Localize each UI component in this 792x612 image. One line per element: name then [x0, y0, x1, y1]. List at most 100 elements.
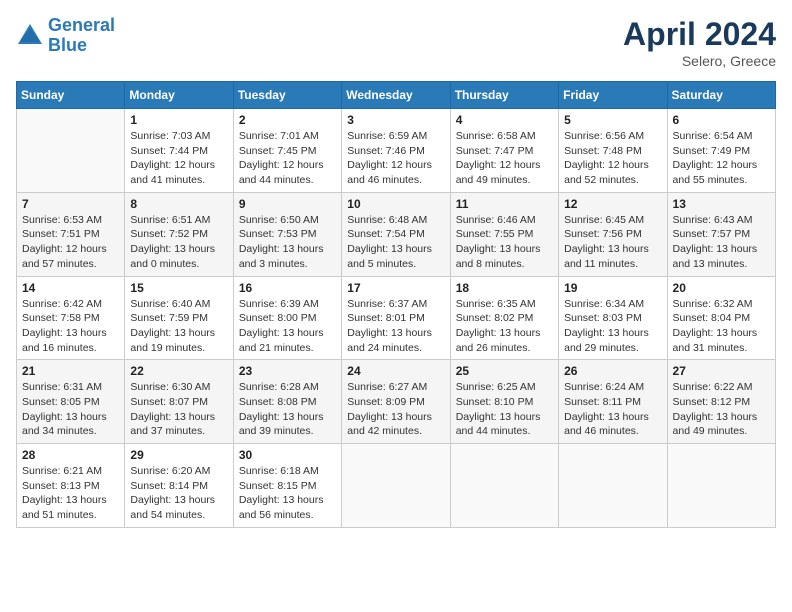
calendar-day-cell: 3 Sunrise: 6:59 AM Sunset: 7:46 PM Daylig…: [342, 109, 450, 193]
calendar-week-row: 1 Sunrise: 7:03 AM Sunset: 7:44 PM Daylig…: [17, 109, 776, 193]
location-subtitle: Selero, Greece: [623, 53, 776, 69]
calendar-day-cell: 8 Sunrise: 6:51 AM Sunset: 7:52 PM Daylig…: [125, 192, 233, 276]
day-info: Sunrise: 6:42 AM Sunset: 7:58 PM Dayligh…: [22, 297, 119, 356]
day-info: Sunrise: 7:01 AM Sunset: 7:45 PM Dayligh…: [239, 129, 336, 188]
day-info: Sunrise: 6:30 AM Sunset: 8:07 PM Dayligh…: [130, 380, 227, 439]
logo: General Blue: [16, 16, 115, 56]
day-number: 6: [673, 113, 770, 127]
calendar-day-cell: 29 Sunrise: 6:20 AM Sunset: 8:14 PM Dayli…: [125, 444, 233, 528]
calendar-day-cell: 10 Sunrise: 6:48 AM Sunset: 7:54 PM Dayli…: [342, 192, 450, 276]
title-block: April 2024 Selero, Greece: [623, 16, 776, 69]
day-number: 24: [347, 364, 444, 378]
calendar-table: SundayMondayTuesdayWednesdayThursdayFrid…: [16, 81, 776, 528]
day-number: 12: [564, 197, 661, 211]
calendar-day-cell: 24 Sunrise: 6:27 AM Sunset: 8:09 PM Dayli…: [342, 360, 450, 444]
day-info: Sunrise: 6:43 AM Sunset: 7:57 PM Dayligh…: [673, 213, 770, 272]
day-info: Sunrise: 6:25 AM Sunset: 8:10 PM Dayligh…: [456, 380, 553, 439]
calendar-day-cell: 30Sunrise: 6:18 AM Sunset: 8:15 PM Dayli…: [233, 444, 341, 528]
day-number: 18: [456, 281, 553, 295]
day-number: 15: [130, 281, 227, 295]
day-info: Sunrise: 6:20 AM Sunset: 8:14 PM Dayligh…: [130, 464, 227, 523]
day-info: Sunrise: 6:48 AM Sunset: 7:54 PM Dayligh…: [347, 213, 444, 272]
day-info: Sunrise: 6:51 AM Sunset: 7:52 PM Dayligh…: [130, 213, 227, 272]
day-info: Sunrise: 6:46 AM Sunset: 7:55 PM Dayligh…: [456, 213, 553, 272]
day-info: Sunrise: 6:40 AM Sunset: 7:59 PM Dayligh…: [130, 297, 227, 356]
day-number: 3: [347, 113, 444, 127]
day-number: 2: [239, 113, 336, 127]
weekday-header-cell: Wednesday: [342, 82, 450, 109]
calendar-day-cell: [17, 109, 125, 193]
day-number: 16: [239, 281, 336, 295]
calendar-day-cell: 27 Sunrise: 6:22 AM Sunset: 8:12 PM Dayli…: [667, 360, 775, 444]
day-number: 25: [456, 364, 553, 378]
day-number: 27: [673, 364, 770, 378]
day-info: Sunrise: 6:58 AM Sunset: 7:47 PM Dayligh…: [456, 129, 553, 188]
day-number: 20: [673, 281, 770, 295]
day-info: Sunrise: 6:59 AM Sunset: 7:46 PM Dayligh…: [347, 129, 444, 188]
day-info: Sunrise: 6:22 AM Sunset: 8:12 PM Dayligh…: [673, 380, 770, 439]
calendar-day-cell: [450, 444, 558, 528]
day-number: 29: [130, 448, 227, 462]
calendar-day-cell: 6 Sunrise: 6:54 AM Sunset: 7:49 PM Daylig…: [667, 109, 775, 193]
logo-text: General Blue: [48, 16, 115, 56]
calendar-day-cell: 11Sunrise: 6:46 AM Sunset: 7:55 PM Dayli…: [450, 192, 558, 276]
day-info: Sunrise: 6:37 AM Sunset: 8:01 PM Dayligh…: [347, 297, 444, 356]
day-info: Sunrise: 6:50 AM Sunset: 7:53 PM Dayligh…: [239, 213, 336, 272]
weekday-header-cell: Monday: [125, 82, 233, 109]
calendar-day-cell: 12 Sunrise: 6:45 AM Sunset: 7:56 PM Dayli…: [559, 192, 667, 276]
calendar-day-cell: 21Sunrise: 6:31 AM Sunset: 8:05 PM Dayli…: [17, 360, 125, 444]
logo-line1: General: [48, 15, 115, 35]
weekday-header-row: SundayMondayTuesdayWednesdayThursdayFrid…: [17, 82, 776, 109]
calendar-day-cell: 9 Sunrise: 6:50 AM Sunset: 7:53 PM Daylig…: [233, 192, 341, 276]
day-number: 8: [130, 197, 227, 211]
day-info: Sunrise: 6:28 AM Sunset: 8:08 PM Dayligh…: [239, 380, 336, 439]
day-number: 17: [347, 281, 444, 295]
day-number: 23: [239, 364, 336, 378]
day-number: 22: [130, 364, 227, 378]
calendar-day-cell: 26Sunrise: 6:24 AM Sunset: 8:11 PM Dayli…: [559, 360, 667, 444]
page-header: General Blue April 2024 Selero, Greece: [16, 16, 776, 69]
day-info: Sunrise: 6:32 AM Sunset: 8:04 PM Dayligh…: [673, 297, 770, 356]
day-number: 28: [22, 448, 119, 462]
calendar-day-cell: 7Sunrise: 6:53 AM Sunset: 7:51 PM Daylig…: [17, 192, 125, 276]
calendar-week-row: 21Sunrise: 6:31 AM Sunset: 8:05 PM Dayli…: [17, 360, 776, 444]
day-number: 1: [130, 113, 227, 127]
day-info: Sunrise: 6:45 AM Sunset: 7:56 PM Dayligh…: [564, 213, 661, 272]
weekday-header-cell: Thursday: [450, 82, 558, 109]
calendar-day-cell: 5 Sunrise: 6:56 AM Sunset: 7:48 PM Daylig…: [559, 109, 667, 193]
weekday-header-cell: Saturday: [667, 82, 775, 109]
day-number: 21: [22, 364, 119, 378]
day-info: Sunrise: 6:54 AM Sunset: 7:49 PM Dayligh…: [673, 129, 770, 188]
calendar-day-cell: 25 Sunrise: 6:25 AM Sunset: 8:10 PM Dayli…: [450, 360, 558, 444]
day-number: 19: [564, 281, 661, 295]
day-number: 5: [564, 113, 661, 127]
day-number: 9: [239, 197, 336, 211]
calendar-week-row: 14Sunrise: 6:42 AM Sunset: 7:58 PM Dayli…: [17, 276, 776, 360]
day-number: 10: [347, 197, 444, 211]
calendar-day-cell: 28 Sunrise: 6:21 AM Sunset: 8:13 PM Dayli…: [17, 444, 125, 528]
calendar-day-cell: 23 Sunrise: 6:28 AM Sunset: 8:08 PM Dayli…: [233, 360, 341, 444]
calendar-day-cell: 15 Sunrise: 6:40 AM Sunset: 7:59 PM Dayli…: [125, 276, 233, 360]
day-info: Sunrise: 6:39 AM Sunset: 8:00 PM Dayligh…: [239, 297, 336, 356]
calendar-day-cell: 13 Sunrise: 6:43 AM Sunset: 7:57 PM Dayli…: [667, 192, 775, 276]
day-number: 26: [564, 364, 661, 378]
day-info: Sunrise: 6:56 AM Sunset: 7:48 PM Dayligh…: [564, 129, 661, 188]
calendar-body: 1 Sunrise: 7:03 AM Sunset: 7:44 PM Daylig…: [17, 109, 776, 528]
calendar-day-cell: [559, 444, 667, 528]
calendar-day-cell: [667, 444, 775, 528]
day-info: Sunrise: 6:35 AM Sunset: 8:02 PM Dayligh…: [456, 297, 553, 356]
day-number: 13: [673, 197, 770, 211]
calendar-day-cell: 2 Sunrise: 7:01 AM Sunset: 7:45 PM Daylig…: [233, 109, 341, 193]
calendar-day-cell: 4 Sunrise: 6:58 AM Sunset: 7:47 PM Daylig…: [450, 109, 558, 193]
calendar-day-cell: 22 Sunrise: 6:30 AM Sunset: 8:07 PM Dayli…: [125, 360, 233, 444]
day-number: 4: [456, 113, 553, 127]
calendar-day-cell: 14Sunrise: 6:42 AM Sunset: 7:58 PM Dayli…: [17, 276, 125, 360]
day-info: Sunrise: 6:27 AM Sunset: 8:09 PM Dayligh…: [347, 380, 444, 439]
weekday-header-cell: Sunday: [17, 82, 125, 109]
day-info: Sunrise: 7:03 AM Sunset: 7:44 PM Dayligh…: [130, 129, 227, 188]
calendar-day-cell: [342, 444, 450, 528]
day-info: Sunrise: 6:21 AM Sunset: 8:13 PM Dayligh…: [22, 464, 119, 523]
calendar-week-row: 7Sunrise: 6:53 AM Sunset: 7:51 PM Daylig…: [17, 192, 776, 276]
day-info: Sunrise: 6:18 AM Sunset: 8:15 PM Dayligh…: [239, 464, 336, 523]
day-info: Sunrise: 6:34 AM Sunset: 8:03 PM Dayligh…: [564, 297, 661, 356]
